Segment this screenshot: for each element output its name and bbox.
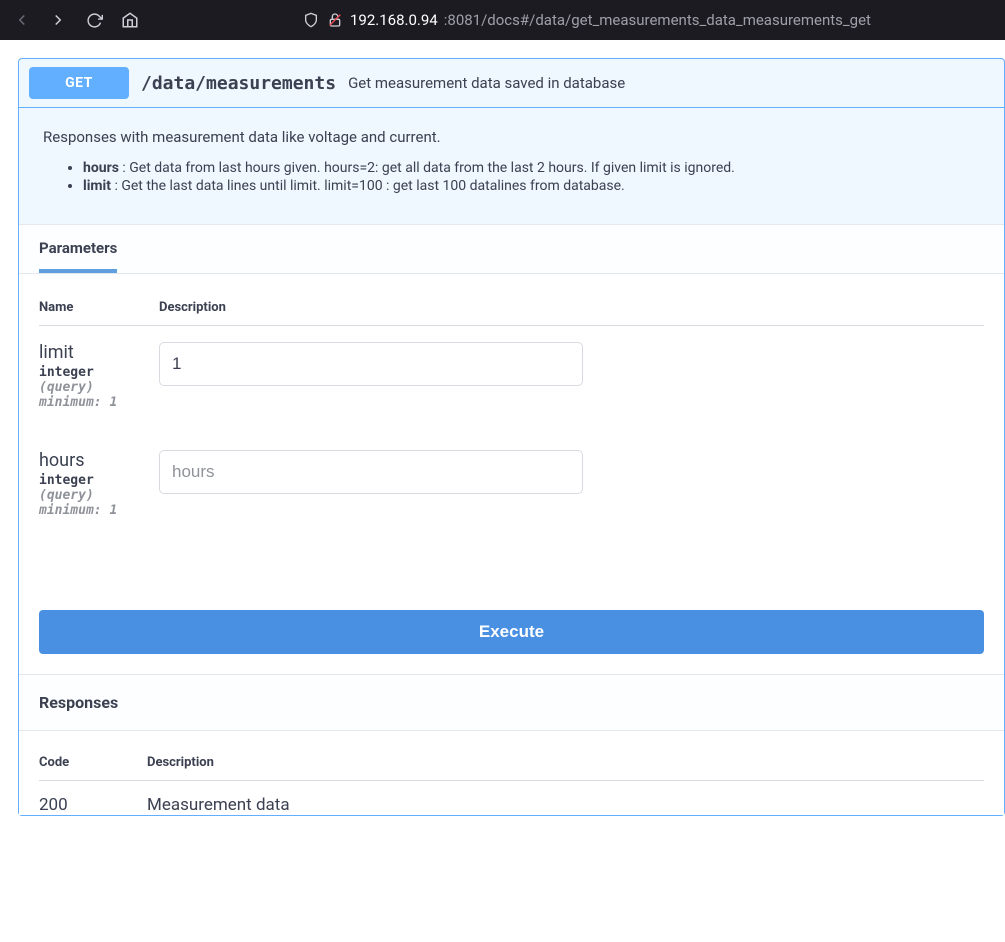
forward-button[interactable] xyxy=(44,6,72,34)
param-minimum: minimum: 1 xyxy=(39,395,159,410)
insecure-lock-icon xyxy=(326,11,344,29)
param-type: integer xyxy=(39,365,159,380)
param-type: integer xyxy=(39,473,159,488)
address-bar[interactable]: 192.168.0.94 :8081/docs#/data/get_measure… xyxy=(302,11,997,29)
section-tabs: Parameters xyxy=(19,224,1004,274)
parameters-block: Name Description limit integer (query) m… xyxy=(19,274,1004,598)
param-header-description: Description xyxy=(159,300,984,315)
reload-button[interactable] xyxy=(80,6,108,34)
response-description: Measurement data xyxy=(147,795,290,815)
operation-path: /data/measurements xyxy=(141,73,336,94)
param-minimum: minimum: 1 xyxy=(39,503,159,518)
responses-heading: Responses xyxy=(19,674,1004,731)
url-host: 192.168.0.94 xyxy=(350,11,438,29)
back-button[interactable] xyxy=(8,6,36,34)
param-row-hours: hours integer (query) minimum: 1 xyxy=(39,450,984,518)
home-button[interactable] xyxy=(116,6,144,34)
operation-block: GET /data/measurements Get measurement d… xyxy=(18,58,1005,816)
responses-header-description: Description xyxy=(147,755,214,770)
http-method-badge: GET xyxy=(29,67,129,99)
operation-description: Responses with measurement data like vol… xyxy=(19,108,1004,224)
response-row: 200 Measurement data xyxy=(39,795,984,815)
hours-input[interactable] xyxy=(159,450,583,494)
browser-toolbar: 192.168.0.94 :8081/docs#/data/get_measure… xyxy=(0,0,1005,40)
param-in: (query) xyxy=(39,488,159,503)
param-header-name: Name xyxy=(39,300,159,315)
shield-icon xyxy=(302,11,320,29)
param-name: limit xyxy=(39,342,159,363)
operation-summary-text: Get measurement data saved in database xyxy=(348,74,625,92)
response-code: 200 xyxy=(39,795,147,815)
operation-summary[interactable]: GET /data/measurements Get measurement d… xyxy=(19,59,1004,108)
responses-block: Code Description 200 Measurement data xyxy=(19,731,1004,815)
description-lead: Responses with measurement data like vol… xyxy=(43,128,980,146)
execute-button[interactable]: Execute xyxy=(39,610,984,654)
description-bullet: limit : Get the last data lines until li… xyxy=(83,178,980,194)
description-bullet: hours : Get data from last hours given. … xyxy=(83,160,980,176)
param-row-limit: limit integer (query) minimum: 1 xyxy=(39,342,984,410)
limit-input[interactable] xyxy=(159,342,583,386)
param-name: hours xyxy=(39,450,159,471)
url-path: :8081/docs#/data/get_measurements_data_m… xyxy=(444,11,871,29)
param-in: (query) xyxy=(39,380,159,395)
tab-parameters[interactable]: Parameters xyxy=(39,239,117,273)
responses-header-code: Code xyxy=(39,755,147,770)
